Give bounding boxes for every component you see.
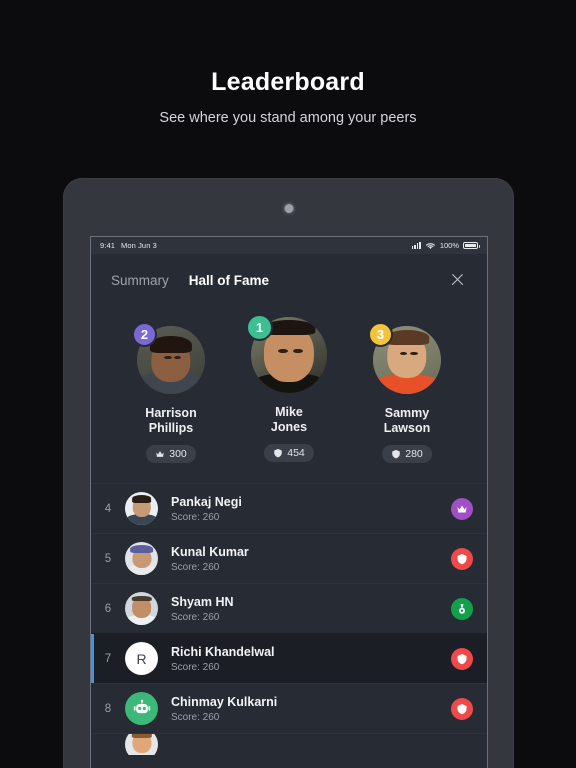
- podium-avatar-wrap-3: 3: [368, 317, 441, 394]
- avatar: [125, 692, 158, 725]
- status-date: Mon Jun 3: [121, 241, 157, 250]
- promo-header: Leaderboard See where you stand among yo…: [0, 0, 576, 126]
- podium-item-3[interactable]: 3 Sammy Lawson 280: [355, 317, 459, 463]
- status-badge: [451, 647, 473, 670]
- table-row[interactable]: 8 Chinmay Kulkarni Score: 260: [91, 683, 487, 733]
- wifi-icon: [425, 242, 435, 249]
- podium-name-line2-2: Phillips: [148, 421, 194, 435]
- row-score: Score: 260: [171, 711, 220, 723]
- podium-name-line1-3: Sammy: [384, 406, 430, 420]
- row-info: Pankaj Negi Score: 260: [171, 495, 451, 523]
- table-row[interactable]: 5 Kunal Kumar Score: 260: [91, 533, 487, 583]
- podium-name-line2-3: Lawson: [383, 421, 431, 435]
- status-bar-right: 100%: [411, 241, 480, 250]
- row-rank: 6: [104, 602, 112, 615]
- row-name: Pankaj Negi: [171, 494, 242, 509]
- row-info: Richi Khandelwal Score: 260: [171, 645, 451, 673]
- row-score: Score: 260: [171, 611, 220, 623]
- battery-percent-label: 100%: [439, 241, 459, 250]
- row-info: Chinmay Kulkarni Score: 260: [171, 695, 451, 723]
- row-info: Kunal Kumar Score: 260: [171, 545, 451, 573]
- row-rank: 7: [104, 652, 112, 665]
- avatar: [125, 734, 158, 755]
- page-root: Leaderboard See where you stand among yo…: [0, 0, 576, 768]
- row-score: Score: 260: [171, 511, 220, 523]
- row-name: Kunal Kumar: [171, 544, 249, 559]
- shield-icon: [457, 653, 467, 664]
- tab-bar: Summary Hall of Fame: [91, 254, 487, 303]
- shield-icon: [274, 448, 282, 458]
- podium-score-value-3: 280: [405, 448, 423, 460]
- avatar: [125, 542, 158, 575]
- shield-icon: [457, 553, 467, 564]
- status-badge: [451, 597, 473, 620]
- tablet-device-frame: 9:41 Mon Jun 3 100% Summary Hall of Fame…: [64, 179, 513, 768]
- shield-icon: [392, 449, 400, 459]
- status-bar-left: 9:41 Mon Jun 3: [100, 241, 157, 250]
- podium-score-badge-1: 454: [264, 444, 314, 462]
- page-title: Leaderboard: [211, 68, 365, 96]
- avatar: R: [125, 642, 158, 675]
- podium-score-badge-2: 300: [146, 445, 196, 463]
- podium-rank-badge-1: 1: [246, 314, 273, 341]
- close-icon[interactable]: [449, 271, 467, 289]
- row-rank: 4: [104, 502, 112, 515]
- podium-item-2[interactable]: 2 Harrison Phillips 300: [119, 317, 223, 463]
- status-badge: [451, 497, 473, 520]
- status-time: 9:41: [100, 241, 115, 250]
- status-badge: [451, 547, 473, 570]
- podium-name-line1-2: Harrison: [145, 406, 197, 420]
- row-rank: 8: [104, 702, 112, 715]
- table-row-current-user[interactable]: 7 R Richi Khandelwal Score: 260: [91, 633, 487, 683]
- row-name: Richi Khandelwal: [171, 644, 275, 659]
- podium-top-three: 2 Harrison Phillips 300 1 Mike Jones 454…: [91, 303, 487, 483]
- medal-icon: [459, 603, 465, 614]
- tab-hall-of-fame[interactable]: Hall of Fame: [189, 273, 269, 288]
- page-subtitle: See where you stand among your peers: [159, 110, 417, 126]
- podium-name-3: Sammy Lawson: [384, 406, 431, 436]
- cellular-signal-icon: [411, 242, 421, 249]
- row-rank: 5: [104, 552, 112, 565]
- avatar: [125, 492, 158, 525]
- podium-score-value-1: 454: [287, 447, 305, 459]
- leaderboard-list: 4 Pankaj Negi Score: 260 5 Kunal Kumar S…: [91, 483, 487, 755]
- podium-avatar-wrap-1: 1: [246, 314, 327, 393]
- battery-icon: [463, 241, 480, 250]
- status-bar: 9:41 Mon Jun 3 100%: [91, 237, 487, 254]
- row-score: Score: 260: [171, 661, 220, 673]
- avatar: [125, 592, 158, 625]
- row-name: Chinmay Kulkarni: [171, 694, 278, 709]
- table-row[interactable]: 6 Shyam HN Score: 260: [91, 583, 487, 633]
- podium-rank-badge-2: 2: [132, 322, 157, 347]
- podium-score-value-2: 300: [169, 448, 187, 460]
- table-row[interactable]: [91, 733, 487, 755]
- podium-avatar-wrap-2: 2: [132, 317, 205, 394]
- podium-name-line1-1: Mike: [275, 405, 303, 419]
- podium-name-1: Mike Jones: [271, 405, 307, 435]
- podium-score-badge-3: 280: [382, 445, 432, 463]
- podium-item-1[interactable]: 1 Mike Jones 454: [237, 314, 341, 462]
- podium-name-2: Harrison Phillips: [145, 406, 196, 436]
- row-info: Shyam HN Score: 260: [171, 595, 451, 623]
- shield-icon: [457, 703, 467, 714]
- crown-icon: [457, 505, 467, 512]
- podium-rank-badge-3: 3: [368, 322, 393, 347]
- crown-icon: [156, 451, 164, 457]
- table-row[interactable]: 4 Pankaj Negi Score: 260: [91, 483, 487, 533]
- row-score: Score: 260: [171, 561, 220, 573]
- device-screen: 9:41 Mon Jun 3 100% Summary Hall of Fame…: [90, 236, 488, 768]
- podium-name-line2-1: Jones: [270, 420, 308, 434]
- robot-icon: [133, 699, 150, 713]
- status-badge: [451, 697, 473, 720]
- tab-summary[interactable]: Summary: [111, 273, 169, 288]
- front-camera-icon: [284, 204, 293, 213]
- row-name: Shyam HN: [171, 594, 234, 609]
